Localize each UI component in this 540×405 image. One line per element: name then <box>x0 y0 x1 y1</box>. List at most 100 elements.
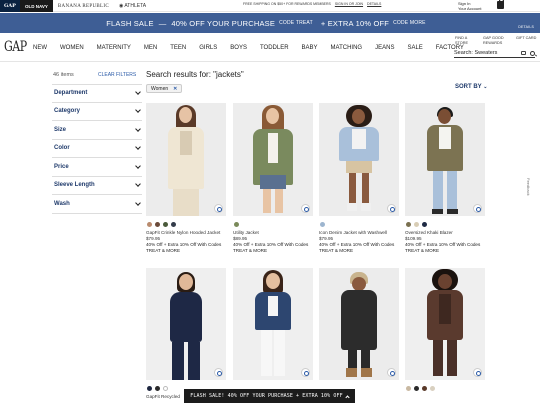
color-swatch[interactable] <box>422 386 427 391</box>
account-link[interactable]: Sign In Your Account <box>458 1 481 11</box>
product-card[interactable]: GapFit Recycled <box>146 268 226 399</box>
sign-in-join-link[interactable]: SIGN IN OR JOIN <box>335 2 363 6</box>
color-swatch[interactable] <box>155 222 160 227</box>
search-icon[interactable] <box>530 50 535 56</box>
flash-sale-lead: FLASH SALE <box>106 18 154 28</box>
product-name[interactable]: Icon Denim Jacket with Washwell <box>319 230 399 235</box>
nav-baby[interactable]: BABY <box>302 45 318 51</box>
nav-boys[interactable]: BOYS <box>230 45 247 51</box>
shipping-details-link[interactable]: DETAILS <box>367 2 381 6</box>
color-swatch[interactable] <box>171 222 176 227</box>
filter-sleeve-length[interactable]: Sleeve Length <box>52 177 142 195</box>
product-offer: 40% Off + Extra 10% Off With Codes <box>405 242 481 247</box>
product-image[interactable] <box>146 268 226 380</box>
search-input[interactable]: Search: Sweaters <box>454 49 535 58</box>
color-swatch[interactable] <box>414 386 419 391</box>
filter-price[interactable]: Price <box>52 158 142 177</box>
brand-tab-gap[interactable]: GAP <box>0 0 20 12</box>
brand-tab-banana-republic[interactable]: BANANA REPUBLIC <box>53 0 114 12</box>
filter-category[interactable]: Category <box>52 103 142 121</box>
color-swatch[interactable] <box>430 386 435 391</box>
quick-add-icon[interactable] <box>214 368 223 377</box>
nav-teen[interactable]: TEEN <box>170 45 186 51</box>
product-price: $79.95 <box>319 236 334 241</box>
sticky-promo-bar[interactable]: FLASH SALE! 40% OFF YOUR PURCHASE + EXTR… <box>184 389 355 403</box>
clear-filters-link[interactable]: CLEAR FILTERS <box>98 72 136 78</box>
product-image[interactable] <box>319 268 399 380</box>
category-menu: NEW WOMEN MATERNITY MEN TEEN GIRLS BOYS … <box>33 45 464 51</box>
color-swatch[interactable] <box>406 386 411 391</box>
color-swatch[interactable] <box>155 386 160 391</box>
color-swatch[interactable] <box>320 222 325 227</box>
main-nav: GAP NEW WOMEN MATERNITY MEN TEEN GIRLS B… <box>0 34 540 62</box>
quick-add-icon[interactable] <box>301 368 310 377</box>
product-card[interactable]: Oversized Khaki Blazer $109.95 40% Off +… <box>405 103 485 253</box>
chevron-down-icon <box>135 181 141 188</box>
rewards-link[interactable]: GAP GOOD REWARDS <box>483 36 504 45</box>
flash-sale-details-link[interactable]: DETAILS <box>518 25 534 29</box>
product-image[interactable] <box>319 103 399 216</box>
nav-matching[interactable]: MATCHING <box>331 45 363 51</box>
color-swatch[interactable] <box>406 222 411 227</box>
nav-girls[interactable]: GIRLS <box>199 45 217 51</box>
nav-men[interactable]: MEN <box>144 45 157 51</box>
nav-new[interactable]: NEW <box>33 45 47 51</box>
flash-sale-extra: + EXTRA 10% OFF <box>320 18 390 28</box>
color-swatch[interactable] <box>147 386 152 391</box>
color-swatch[interactable] <box>163 222 168 227</box>
quick-add-icon[interactable] <box>387 368 396 377</box>
gap-logo[interactable]: GAP <box>4 38 27 55</box>
product-image[interactable] <box>233 103 313 216</box>
product-card[interactable] <box>405 268 485 391</box>
nav-women[interactable]: WOMEN <box>60 45 84 51</box>
nav-toddler[interactable]: TODDLER <box>260 45 289 51</box>
chevron-down-icon <box>135 107 141 114</box>
color-swatch[interactable] <box>234 222 239 227</box>
shipping-promo: FREE SHIPPING ON $50+ FOR REWARDS MEMBER… <box>243 2 381 6</box>
results-title: Search results for: "jackets" <box>146 70 244 79</box>
product-name[interactable]: Oversized Khaki Blazer <box>405 230 485 235</box>
shopping-bag-icon[interactable] <box>497 0 504 9</box>
filter-color-label: Color <box>54 145 70 152</box>
feedback-tab[interactable]: Feedback <box>526 178 531 196</box>
product-card[interactable] <box>319 268 399 380</box>
product-offer: 40% Off + Extra 10% Off With Codes <box>233 242 309 247</box>
product-card[interactable]: Utility Jacket $89.95 40% Off + Extra 10… <box>233 103 313 253</box>
color-swatch[interactable] <box>414 222 419 227</box>
color-swatch[interactable] <box>422 222 427 227</box>
brand-tab-athleta[interactable]: ◉ ATHLETA <box>114 0 151 12</box>
product-image[interactable] <box>405 268 485 380</box>
product-name[interactable]: GapFit Crinkle Nylon Hooded Jacket <box>146 230 226 235</box>
product-image[interactable] <box>405 103 485 216</box>
quick-add-icon[interactable] <box>473 204 482 213</box>
camera-icon[interactable] <box>521 51 526 55</box>
filter-wash[interactable]: Wash <box>52 195 142 214</box>
active-filter-chip[interactable]: Women ✕ <box>146 84 183 93</box>
find-store-link[interactable]: FIND A STORE <box>455 36 468 45</box>
nav-sale[interactable]: SALE <box>407 45 422 51</box>
sort-by-dropdown[interactable]: SORT BY ⌄ <box>455 84 487 90</box>
brand-tab-athleta-label: ATHLETA <box>124 3 147 9</box>
filter-department[interactable]: Department <box>52 84 142 103</box>
quick-add-icon[interactable] <box>301 204 310 213</box>
product-name[interactable]: Utility Jacket <box>233 230 313 235</box>
nav-maternity[interactable]: MATERNITY <box>97 45 131 51</box>
product-image[interactable] <box>146 103 226 216</box>
filter-color[interactable]: Color <box>52 140 142 158</box>
remove-filter-icon[interactable]: ✕ <box>173 86 177 92</box>
nav-jeans[interactable]: JEANS <box>375 45 394 51</box>
product-card[interactable]: Icon Denim Jacket with Washwell $79.95 4… <box>319 103 399 253</box>
brand-tab-old-navy[interactable]: OLD NAVY <box>20 0 53 12</box>
your-account-label: Your Account <box>458 6 482 11</box>
product-image[interactable] <box>233 268 313 380</box>
filter-size[interactable]: Size <box>52 121 142 140</box>
quick-add-icon[interactable] <box>214 204 223 213</box>
quick-add-icon[interactable] <box>473 368 482 377</box>
quick-add-icon[interactable] <box>387 204 396 213</box>
gift-card-link[interactable]: GIFT CARD <box>516 36 536 40</box>
product-card[interactable] <box>233 268 313 380</box>
color-swatch[interactable] <box>163 386 168 391</box>
color-swatch[interactable] <box>147 222 152 227</box>
flash-sale-banner[interactable]: FLASH SALE — 40% OFF YOUR PURCHASE CODE … <box>0 13 540 33</box>
product-card[interactable]: GapFit Crinkle Nylon Hooded Jacket $79.9… <box>146 103 226 253</box>
